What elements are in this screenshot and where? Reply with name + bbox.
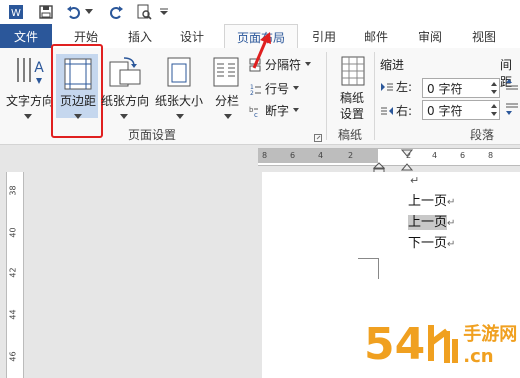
watermark-domain: .cn — [463, 346, 494, 367]
text-direction-icon: A — [17, 58, 44, 84]
paragraph-mark: ↵ — [447, 197, 456, 208]
indent-left-spinner-icon[interactable] — [489, 80, 499, 96]
line-numbers-label: 行号 — [265, 82, 290, 96]
paragraph-mark: ↵ — [447, 239, 456, 250]
hyphenation-icon: bc — [249, 106, 258, 118]
document-line-text: 上一页 — [408, 194, 448, 209]
watermark-digits: 54 — [364, 319, 426, 370]
ruler-tick: 44 — [8, 309, 18, 320]
indent-heading: 缩进 — [380, 58, 405, 72]
breaks-dropdown-icon — [305, 61, 312, 66]
svg-text:W: W — [11, 8, 21, 19]
ruler-tick: 38 — [8, 185, 18, 196]
hyphenation-dropdown-icon — [293, 107, 300, 112]
indent-right-row: 右: — [380, 102, 412, 119]
indent-right-icon — [381, 106, 393, 115]
paragraph-mark: ↵ — [410, 174, 420, 187]
text-direction-label: 文字方向 — [5, 94, 54, 108]
indent-left-input[interactable]: 0 字符 — [422, 78, 500, 98]
redo-icon[interactable] — [106, 2, 126, 22]
hyphenation-label: 断字 — [265, 104, 290, 118]
tab-view[interactable]: 视图 — [462, 24, 506, 48]
margins-highlight-box — [51, 44, 103, 138]
document-line[interactable]: 上一页↵ — [408, 190, 455, 209]
ruler-tick: 40 — [8, 227, 18, 238]
orientation-icon — [108, 56, 142, 91]
ruler-tick: 6 — [290, 151, 296, 160]
save-icon[interactable] — [36, 2, 56, 22]
page-margin-corner — [358, 258, 379, 279]
ruler-tick: 4 — [318, 151, 324, 160]
draft-paper-settings-button[interactable]: 稿纸 设置 — [334, 90, 370, 122]
columns-dropdown-icon[interactable] — [224, 108, 232, 122]
paper-size-icon — [164, 56, 194, 91]
tab-insert[interactable]: 插入 — [118, 24, 162, 48]
document-line[interactable]: 下一页↵ — [408, 232, 455, 251]
page-setup-dialog-launcher-icon[interactable] — [314, 131, 322, 145]
group-label-draft-paper: 稿纸 — [338, 128, 363, 142]
group-label-paragraph: 段落 — [470, 128, 495, 142]
ruler-tick: 8 — [262, 151, 268, 160]
svg-text:2: 2 — [250, 90, 254, 96]
ruler-tick: 46 — [8, 351, 18, 362]
line-numbers-dropdown-icon — [293, 85, 300, 90]
document-line-selected[interactable]: 上一页↵ — [408, 211, 455, 230]
draft-paper-icon — [340, 56, 366, 89]
draft-paper-label-line2: 设置 — [339, 107, 364, 121]
undo-dropdown-icon[interactable] — [84, 2, 94, 22]
indent-right-spinner-icon[interactable] — [489, 102, 499, 118]
line-numbers-icon: 12 — [250, 84, 261, 96]
ruler-tick: 4 — [432, 151, 438, 160]
ruler-tick: 42 — [8, 267, 18, 278]
site-watermark: 54 手游网 .cn — [364, 319, 518, 370]
line-numbers-button[interactable]: 12 行号 — [248, 80, 302, 97]
group-label-page-setup: 页面设置 — [128, 128, 177, 142]
selected-text: 上一页 — [408, 215, 448, 230]
group-separator — [326, 52, 327, 140]
ruler-tick: 2 — [348, 151, 354, 160]
document-line-text: 下一页 — [408, 236, 448, 251]
indent-right-label: 右: — [396, 104, 413, 118]
group-separator — [374, 52, 375, 140]
tab-design[interactable]: 设计 — [170, 24, 214, 48]
ruler-tick: 6 — [460, 151, 466, 160]
undo-icon[interactable] — [64, 2, 84, 22]
spacing-after-icon — [506, 102, 518, 119]
spacing-before-icon — [506, 78, 518, 95]
red-arrow-annotation — [244, 30, 274, 73]
watermark-logo-glyph — [428, 325, 459, 363]
text-direction-button[interactable]: A — [4, 54, 54, 88]
svg-text:c: c — [254, 111, 258, 118]
customize-toolbar-icon[interactable] — [158, 2, 170, 22]
indent-left-row: 左: — [380, 78, 412, 95]
indent-right-value: 0 字符 — [427, 103, 463, 118]
print-preview-icon[interactable] — [134, 2, 154, 22]
columns-button[interactable]: 分栏 — [208, 92, 246, 109]
orientation-button[interactable]: 纸张方向 — [98, 92, 152, 109]
ruler-tick: 8 — [488, 151, 494, 160]
paper-size-dropdown-icon[interactable] — [176, 108, 184, 122]
tab-review[interactable]: 审阅 — [408, 24, 452, 48]
tab-references[interactable]: 引用 — [302, 24, 346, 48]
indent-right-input[interactable]: 0 字符 — [422, 100, 500, 120]
orientation-dropdown-icon[interactable] — [120, 108, 128, 122]
first-line-indent-marker-icon[interactable] — [400, 146, 414, 160]
watermark-site-name: 手游网 — [463, 324, 518, 345]
paragraph-mark: ↵ — [447, 218, 456, 229]
svg-text:A: A — [34, 60, 44, 76]
indent-left-icon — [381, 82, 393, 91]
columns-icon — [212, 56, 240, 91]
draft-paper-label-line1: 稿纸 — [339, 91, 364, 105]
text-direction-dropdown-icon[interactable] — [24, 108, 32, 122]
indent-left-value: 0 字符 — [427, 81, 463, 96]
hyphenation-button[interactable]: bc 断字 — [248, 102, 302, 119]
tab-file[interactable]: 文件 — [0, 24, 52, 48]
paper-size-button[interactable]: 纸张大小 — [152, 92, 206, 109]
indent-left-label: 左: — [396, 80, 413, 94]
word-icon[interactable]: W — [6, 2, 26, 22]
tab-mailings[interactable]: 邮件 — [354, 24, 398, 48]
